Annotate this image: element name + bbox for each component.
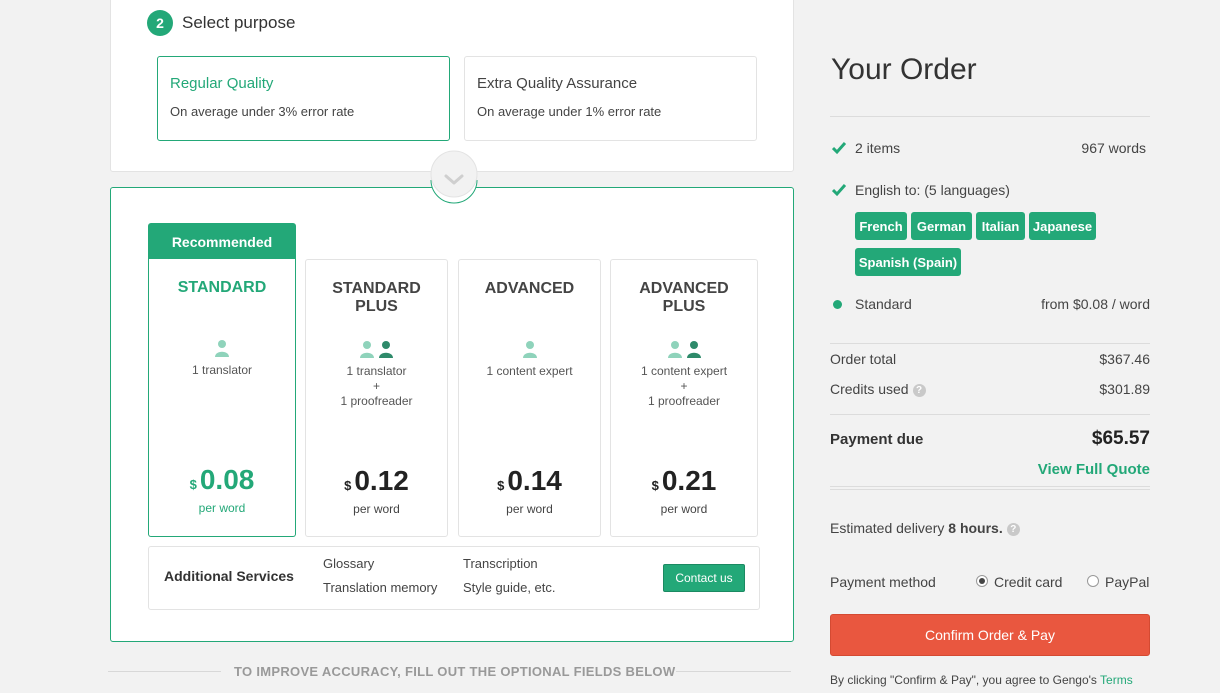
service-style-guide: Style guide, etc. — [463, 580, 556, 595]
divider-right — [676, 671, 791, 672]
tier-label: Standard — [855, 296, 912, 312]
order-divider — [830, 343, 1150, 344]
plan-description: 1 translator — [191, 363, 253, 377]
service-transcription: Transcription — [463, 556, 538, 571]
payment-method-label: Payment method — [830, 574, 936, 590]
plan-price: $0.21 — [651, 465, 717, 496]
person-icon — [667, 341, 682, 358]
language-tag: Japanese — [1029, 212, 1096, 240]
person-dark-icon — [379, 341, 393, 358]
view-full-quote-link[interactable]: View Full Quote — [1038, 461, 1150, 478]
plan-advanced-plus[interactable]: ADVANCED PLUS 1 content expert + 1 proofr… — [610, 259, 758, 537]
plan-icons — [149, 339, 295, 357]
plan-icons — [306, 340, 447, 358]
person-icon — [360, 341, 374, 358]
help-icon[interactable]: ? — [912, 383, 926, 397]
plan-unit: per word — [198, 501, 246, 515]
tier-price: from $0.08 / word — [1041, 296, 1150, 312]
estimated-delivery: Estimated delivery 8 hours.? — [830, 520, 1020, 536]
quality-option-regular[interactable]: Regular Quality On average under 3% erro… — [157, 56, 450, 141]
paypal-radio[interactable] — [1087, 575, 1099, 587]
order-total-label: Order total — [830, 351, 897, 367]
quality-option-subtitle: On average under 1% error rate — [477, 104, 662, 119]
languages-label: English to: (5 languages) — [855, 182, 1010, 198]
plan-description: 1 translator + 1 proofreader — [340, 364, 413, 408]
terms-link[interactable]: Terms — [1100, 673, 1133, 687]
check-icon — [832, 184, 846, 197]
order-divider — [830, 486, 1150, 487]
step-label: Select purpose — [182, 13, 296, 32]
plan-description: 1 content expert — [486, 364, 573, 378]
plan-price: $0.12 — [344, 465, 409, 496]
plan-advanced[interactable]: ADVANCED 1 content expert $0.14 per word — [458, 259, 601, 537]
step-number-badge: 2 — [147, 10, 173, 36]
recommended-banner: Recommended — [148, 223, 296, 260]
quality-option-subtitle: On average under 3% error rate — [170, 104, 355, 119]
payment-due-value: $65.57 — [1091, 428, 1150, 449]
confirm-order-button[interactable]: Confirm Order & Pay — [830, 614, 1150, 656]
quality-option-extra[interactable]: Extra Quality Assurance On average under… — [464, 56, 757, 141]
step-header: 2 Select purpose — [147, 10, 295, 36]
person-dark-icon — [686, 341, 701, 358]
person-icon — [215, 340, 229, 357]
chevron-down-icon[interactable] — [430, 150, 478, 208]
language-tag: Italian — [976, 212, 1025, 240]
plan-price: $0.14 — [497, 465, 562, 496]
plan-unit: per word — [660, 502, 708, 516]
word-count: 967 words — [1081, 140, 1146, 156]
quality-option-title: Regular Quality — [170, 75, 274, 92]
plan-standard[interactable]: STANDARD 1 translator $0.08 per word — [148, 259, 296, 537]
plan-price: $0.08 — [189, 464, 255, 495]
paypal-label[interactable]: PayPal — [1105, 574, 1149, 590]
plan-unit: per word — [353, 502, 400, 516]
person-icon — [522, 341, 537, 358]
terms-notice: By clicking "Confirm & Pay", you agree t… — [830, 673, 1133, 687]
check-icon — [832, 142, 846, 155]
credits-used-value: $301.89 — [1099, 381, 1150, 397]
service-glossary: Glossary — [323, 556, 375, 571]
plan-icons — [611, 340, 757, 358]
order-total-value: $367.46 — [1099, 351, 1150, 367]
order-divider — [830, 116, 1150, 117]
payment-due-label: Payment due — [830, 431, 924, 448]
additional-services: Additional Services Glossary Translation… — [148, 546, 760, 610]
order-divider — [830, 414, 1150, 415]
contact-us-button[interactable]: Contact us — [663, 564, 745, 592]
optional-fields-heading: TO IMPROVE ACCURACY, FILL OUT THE OPTION… — [234, 664, 676, 679]
plan-unit: per word — [506, 502, 553, 516]
language-tag: Spanish (Spain) — [855, 248, 961, 276]
plan-name: STANDARD — [177, 279, 267, 296]
plan-description: 1 content expert + 1 proofreader — [640, 364, 728, 408]
help-icon[interactable]: ? — [1006, 522, 1020, 536]
order-divider — [830, 489, 1150, 490]
items-count: 2 items — [855, 140, 901, 156]
plan-name: STANDARD PLUS — [332, 280, 421, 315]
plan-standard-plus[interactable]: STANDARD PLUS 1 translator + 1 proofreade… — [305, 259, 448, 537]
plan-icons — [459, 340, 600, 358]
quality-option-title: Extra Quality Assurance — [477, 75, 638, 92]
credits-used-row: Credits used? — [830, 381, 926, 397]
credit-card-radio[interactable] — [976, 575, 988, 587]
pricing-panel: Recommended STANDARD 1 translator $0.08 … — [110, 187, 794, 642]
credit-card-label[interactable]: Credit card — [994, 574, 1062, 590]
plan-name: ADVANCED — [484, 280, 575, 297]
language-tag: German — [911, 212, 972, 240]
plan-name: ADVANCED PLUS — [639, 280, 729, 315]
language-tag: French — [855, 212, 907, 240]
order-title: Your Order — [831, 53, 977, 86]
service-translation-memory: Translation memory — [323, 580, 438, 595]
divider-left — [108, 671, 221, 672]
additional-services-title: Additional Services — [164, 568, 294, 584]
tier-dot-icon — [833, 300, 842, 309]
